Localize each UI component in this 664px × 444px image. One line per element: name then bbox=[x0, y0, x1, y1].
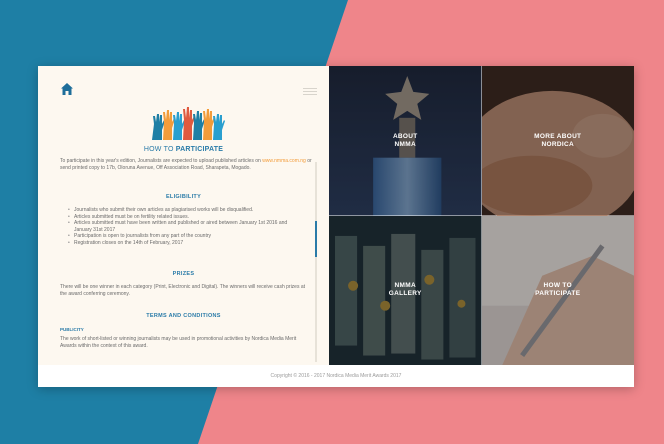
scrollbar-track[interactable] bbox=[315, 162, 317, 362]
page-title: HOW TO PARTICIPATE bbox=[143, 146, 224, 153]
list-item: Articles submitted must be on fertility … bbox=[68, 214, 306, 221]
publicity-paragraph: The work of short-listed or winning jour… bbox=[60, 336, 297, 349]
main-card: HOW TO PARTICIPATE To participate in thi… bbox=[38, 66, 634, 387]
tile-about-nmma[interactable]: ABOUT NMMA bbox=[329, 66, 482, 216]
footer: Copyright © 2016 - 2017 Nordica Media Me… bbox=[38, 365, 634, 387]
website-link[interactable]: www.nmma.com.ng bbox=[262, 158, 306, 164]
home-icon[interactable] bbox=[60, 82, 74, 96]
content-panel: HOW TO PARTICIPATE To participate in thi… bbox=[38, 66, 329, 365]
prizes-heading: PRIZES bbox=[172, 271, 195, 277]
scrollbar-thumb[interactable] bbox=[315, 221, 317, 257]
copyright-text: Copyright © 2016 - 2017 Nordica Media Me… bbox=[270, 373, 402, 379]
terms-heading: TERMS AND CONDITIONS bbox=[146, 313, 221, 319]
list-item: Participation is open to journalists fro… bbox=[68, 233, 306, 240]
prizes-paragraph: There will be one winner in each categor… bbox=[60, 284, 306, 297]
hamburger-menu-icon[interactable] bbox=[303, 88, 317, 96]
eligibility-list: Journalists who submit their own article… bbox=[68, 207, 306, 247]
tile-how-to-participate[interactable]: HOW TO PARTICIPATE bbox=[481, 215, 634, 365]
tile-more-about-nordica[interactable]: MORE ABOUT NORDICA bbox=[481, 66, 634, 216]
list-item: Journalists who submit their own article… bbox=[68, 207, 306, 214]
eligibility-heading: ELIGIBILITY bbox=[165, 194, 202, 200]
list-item: Articles submitted must have been writte… bbox=[68, 220, 306, 233]
navigation-tiles: ABOUT NMMA MORE ABOUT NORDICA NMMA GALLE… bbox=[329, 66, 634, 365]
raised-hands-icon bbox=[152, 107, 225, 140]
list-item: Registration closes on the 14th of Febru… bbox=[68, 240, 306, 247]
intro-paragraph: To participate in this year's edition, J… bbox=[60, 158, 312, 171]
publicity-subheading: PUBLICITY bbox=[60, 327, 84, 332]
tile-nmma-gallery[interactable]: NMMA GALLERY bbox=[329, 215, 482, 365]
